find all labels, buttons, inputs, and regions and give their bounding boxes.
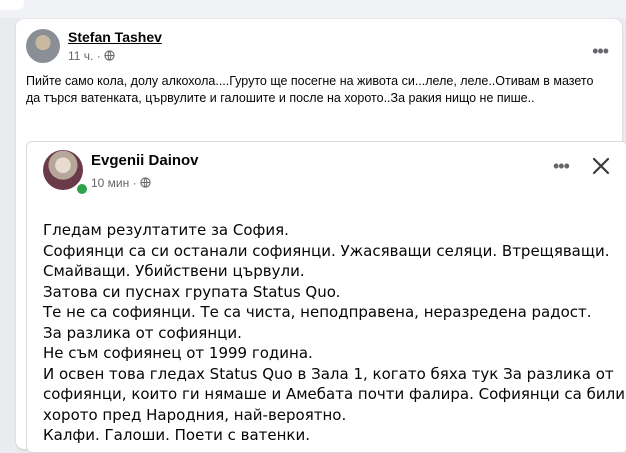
more-dots-icon[interactable]: •••: [553, 156, 570, 177]
text-line: Затова си пуснах групата Status Quo.: [43, 282, 341, 301]
text-line: Смайващи. Убийствени цървули.: [43, 262, 305, 280]
author-name[interactable]: Evgenii Dainov: [91, 152, 199, 169]
meta-separator: ·: [96, 48, 101, 63]
meta-separator: ·: [132, 175, 137, 190]
top-band: [0, 0, 626, 18]
close-icon[interactable]: [589, 154, 613, 178]
online-status-indicator: [75, 182, 89, 196]
text-line: хорото пред Народния, най-вероятно.: [43, 405, 347, 424]
post-text: Пийте само кола, долу алкохола....Гуруто…: [26, 74, 594, 105]
post-meta: 10 мин ·: [91, 175, 151, 190]
post-header: Stefan Tashev 11 ч. · •••: [26, 29, 616, 69]
post-time[interactable]: 11 ч.: [68, 49, 93, 63]
globe-icon: [140, 177, 151, 188]
text-line: Те не са софиянци. Те са чиста, неподпра…: [43, 303, 592, 321]
post-card: Stefan Tashev 11 ч. · ••• Пийте само кол…: [16, 19, 626, 453]
globe-icon: [104, 50, 115, 61]
text-line: И освен това гледах Status Quo в Зала 1,…: [43, 364, 614, 383]
shared-post-text: Гледам резултатите за София. Софиянци са…: [43, 220, 626, 446]
shared-post-header: Evgenii Dainov 10 мин · •••: [27, 142, 626, 196]
text-line: Не съм софиянец от 1999 година.: [43, 344, 313, 362]
text-line: Софиянци са си останали софиянци. Ужасяв…: [43, 241, 610, 260]
shared-post: Evgenii Dainov 10 мин · ••• Гледам резул…: [26, 141, 626, 453]
avatar[interactable]: [26, 29, 60, 63]
text-line: Гледам резултатите за София.: [43, 221, 289, 239]
text-line: Калфи. Галоши. Поети с ватенки.: [43, 426, 310, 444]
author-name[interactable]: Stefan Tashev: [68, 29, 162, 45]
post-meta: 11 ч. ·: [68, 48, 115, 63]
post-time[interactable]: 10 мин: [91, 176, 129, 190]
text-line: За разлика от софиянци.: [43, 323, 242, 342]
more-dots-icon[interactable]: •••: [592, 41, 609, 62]
text-line: софиянци, които ги нямаше и Амебата почт…: [43, 385, 626, 403]
previous-card-edge: [0, 0, 24, 10]
